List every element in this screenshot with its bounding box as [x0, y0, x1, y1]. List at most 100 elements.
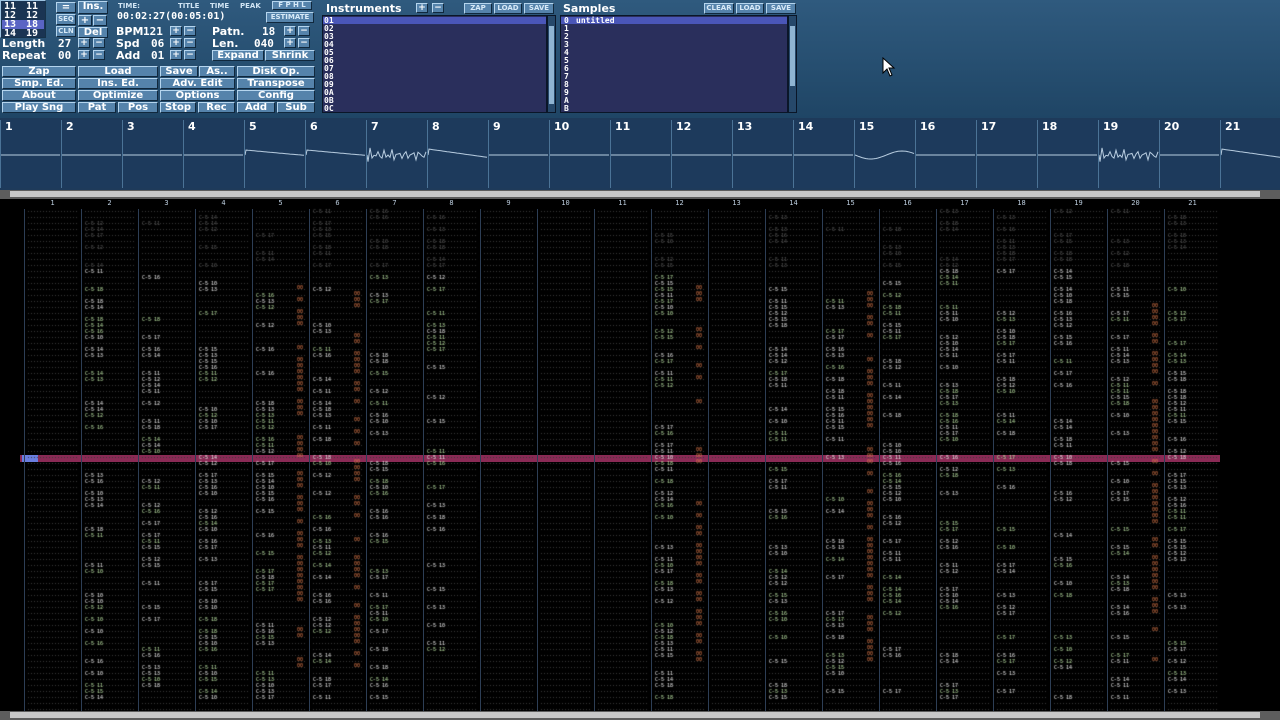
channel-header[interactable]: 10	[537, 199, 594, 209]
del-button[interactable]: Del	[78, 27, 108, 38]
pattern-hscroll-thumb-bottom[interactable]	[10, 712, 1260, 718]
instrument-number[interactable]: 0A	[324, 89, 334, 97]
spd-down-button[interactable]: −	[184, 38, 196, 48]
channel-scope[interactable]: 17	[976, 120, 1036, 188]
cln-button[interactable]: CLN	[56, 26, 76, 37]
channel-scope[interactable]: 9	[488, 120, 548, 188]
instrument-number[interactable]: 0C	[324, 105, 334, 113]
channel-scope[interactable]: 15	[854, 120, 915, 188]
menu-equals-button[interactable]: =	[56, 2, 76, 13]
optimize-button[interactable]: Optimize	[78, 90, 158, 101]
channel-header[interactable]: 2	[81, 199, 138, 209]
order-list[interactable]: 11 11 12 12 13 18 14 19	[0, 0, 46, 39]
estimate-button[interactable]: ESTIMATE	[266, 12, 314, 23]
save-button[interactable]: Save	[160, 66, 198, 77]
instrument-scroll-thumb[interactable]	[549, 26, 554, 104]
sample-save-button[interactable]: SAVE	[766, 3, 796, 14]
save-as-button[interactable]: As..	[199, 66, 235, 77]
sample-list[interactable]: untitled 0123456789AB	[560, 15, 788, 113]
channel-scope[interactable]: 14	[793, 120, 853, 188]
bpm-up-button[interactable]: +	[170, 26, 182, 36]
adv-edit-button[interactable]: Adv. Edit	[160, 78, 235, 89]
sample-number[interactable]: 9	[564, 89, 569, 97]
channel-header[interactable]: 1	[24, 199, 81, 209]
channel-header[interactable]: 13	[708, 199, 765, 209]
instrument-save-button[interactable]: SAVE	[524, 3, 554, 14]
pattern-hscrollbar-top[interactable]	[0, 190, 1280, 199]
patn-down-button[interactable]: −	[298, 26, 310, 36]
channel-scope[interactable]: 1	[0, 120, 60, 188]
ins-ed-button[interactable]: Ins. Ed.	[78, 78, 158, 89]
repeat-up-button[interactable]: +	[78, 50, 90, 60]
channel-header[interactable]: 18	[993, 199, 1050, 209]
instrument-add-button[interactable]: +	[416, 3, 428, 13]
play-song-button[interactable]: Play Sng	[2, 102, 76, 113]
channel-header[interactable]: 15	[822, 199, 879, 209]
channel-scope[interactable]: 5	[244, 120, 305, 188]
channel-scope[interactable]: 13	[732, 120, 792, 188]
channel-header[interactable]: 16	[879, 199, 936, 209]
instrument-zap-button[interactable]: ZAP	[464, 3, 492, 14]
channel-header[interactable]: 19	[1050, 199, 1107, 209]
about-button[interactable]: About	[2, 90, 76, 101]
seq-button[interactable]: SEQ	[56, 14, 76, 25]
instrument-number[interactable]: 09	[324, 81, 334, 89]
instrument-number[interactable]: 01	[324, 17, 334, 25]
sample-number[interactable]: 7	[564, 73, 569, 81]
sub-button[interactable]: Sub	[277, 102, 315, 113]
sample-number[interactable]: 1	[564, 25, 569, 33]
channel-header[interactable]: 14	[765, 199, 822, 209]
instrument-number[interactable]: 02	[324, 25, 334, 33]
load-button[interactable]: Load	[78, 66, 158, 77]
length-up-button[interactable]: +	[78, 38, 90, 48]
channel-scope[interactable]: 19	[1098, 120, 1159, 188]
channel-scope[interactable]: 18	[1037, 120, 1097, 188]
sample-load-button[interactable]: LOAD	[736, 3, 764, 14]
pattern-data-grid[interactable]	[0, 199, 1280, 711]
channel-scope[interactable]: 2	[61, 120, 121, 188]
record-button[interactable]: Rec	[198, 102, 235, 113]
ins-button[interactable]: Ins.	[78, 1, 108, 14]
smp-ed-button[interactable]: Smp. Ed.	[2, 78, 76, 89]
instrument-list[interactable]: 01 02 03 04 05 06 07 08 09 0A 0B 0C	[322, 15, 547, 113]
channel-header[interactable]: 21	[1164, 199, 1221, 209]
add-button[interactable]: Add	[237, 102, 275, 113]
add-up-button[interactable]: +	[170, 50, 182, 60]
instrument-number[interactable]: 04	[324, 41, 334, 49]
instrument-scrollbar[interactable]	[547, 15, 556, 113]
sample-number[interactable]: 6	[564, 65, 569, 73]
sample-number[interactable]: B	[564, 105, 569, 113]
pattern-hscroll-thumb[interactable]	[10, 191, 1260, 197]
channel-header[interactable]: 7	[366, 199, 423, 209]
ins-minus-button[interactable]: −	[93, 15, 107, 26]
sample-scrollbar[interactable]	[788, 15, 797, 113]
len-up-button[interactable]: +	[284, 38, 296, 48]
instrument-number[interactable]: 05	[324, 49, 334, 57]
sample-number[interactable]: 5	[564, 57, 569, 65]
len-down-button[interactable]: −	[298, 38, 310, 48]
sample-name[interactable]: untitled	[576, 17, 615, 25]
channel-header[interactable]: 12	[651, 199, 708, 209]
sample-clear-button[interactable]: CLEAR	[704, 3, 734, 14]
shrink-button[interactable]: Shrink	[265, 50, 315, 61]
zap-button[interactable]: Zap	[2, 66, 76, 77]
pattern-hscrollbar-bottom[interactable]	[0, 711, 1280, 720]
play-position-button[interactable]: Pos	[118, 102, 158, 113]
length-down-button[interactable]: −	[93, 38, 105, 48]
sample-scroll-thumb[interactable]	[790, 26, 795, 86]
stop-button[interactable]: Stop	[160, 102, 196, 113]
repeat-down-button[interactable]: −	[93, 50, 105, 60]
channel-header[interactable]: 8	[423, 199, 480, 209]
sample-number[interactable]: A	[564, 97, 569, 105]
bpm-down-button[interactable]: −	[184, 26, 196, 36]
play-pattern-button[interactable]: Pat	[78, 102, 116, 113]
transpose-button[interactable]: Transpose	[237, 78, 315, 89]
sample-number[interactable]: 3	[564, 41, 569, 49]
add-down-button[interactable]: −	[184, 50, 196, 60]
expand-button[interactable]: Expand	[212, 50, 264, 61]
instrument-remove-button[interactable]: −	[432, 3, 444, 13]
sample-number[interactable]: 2	[564, 33, 569, 41]
ins-plus-button[interactable]: +	[78, 15, 92, 26]
channel-header[interactable]: 3	[138, 199, 195, 209]
channel-header[interactable]: 6	[309, 199, 366, 209]
